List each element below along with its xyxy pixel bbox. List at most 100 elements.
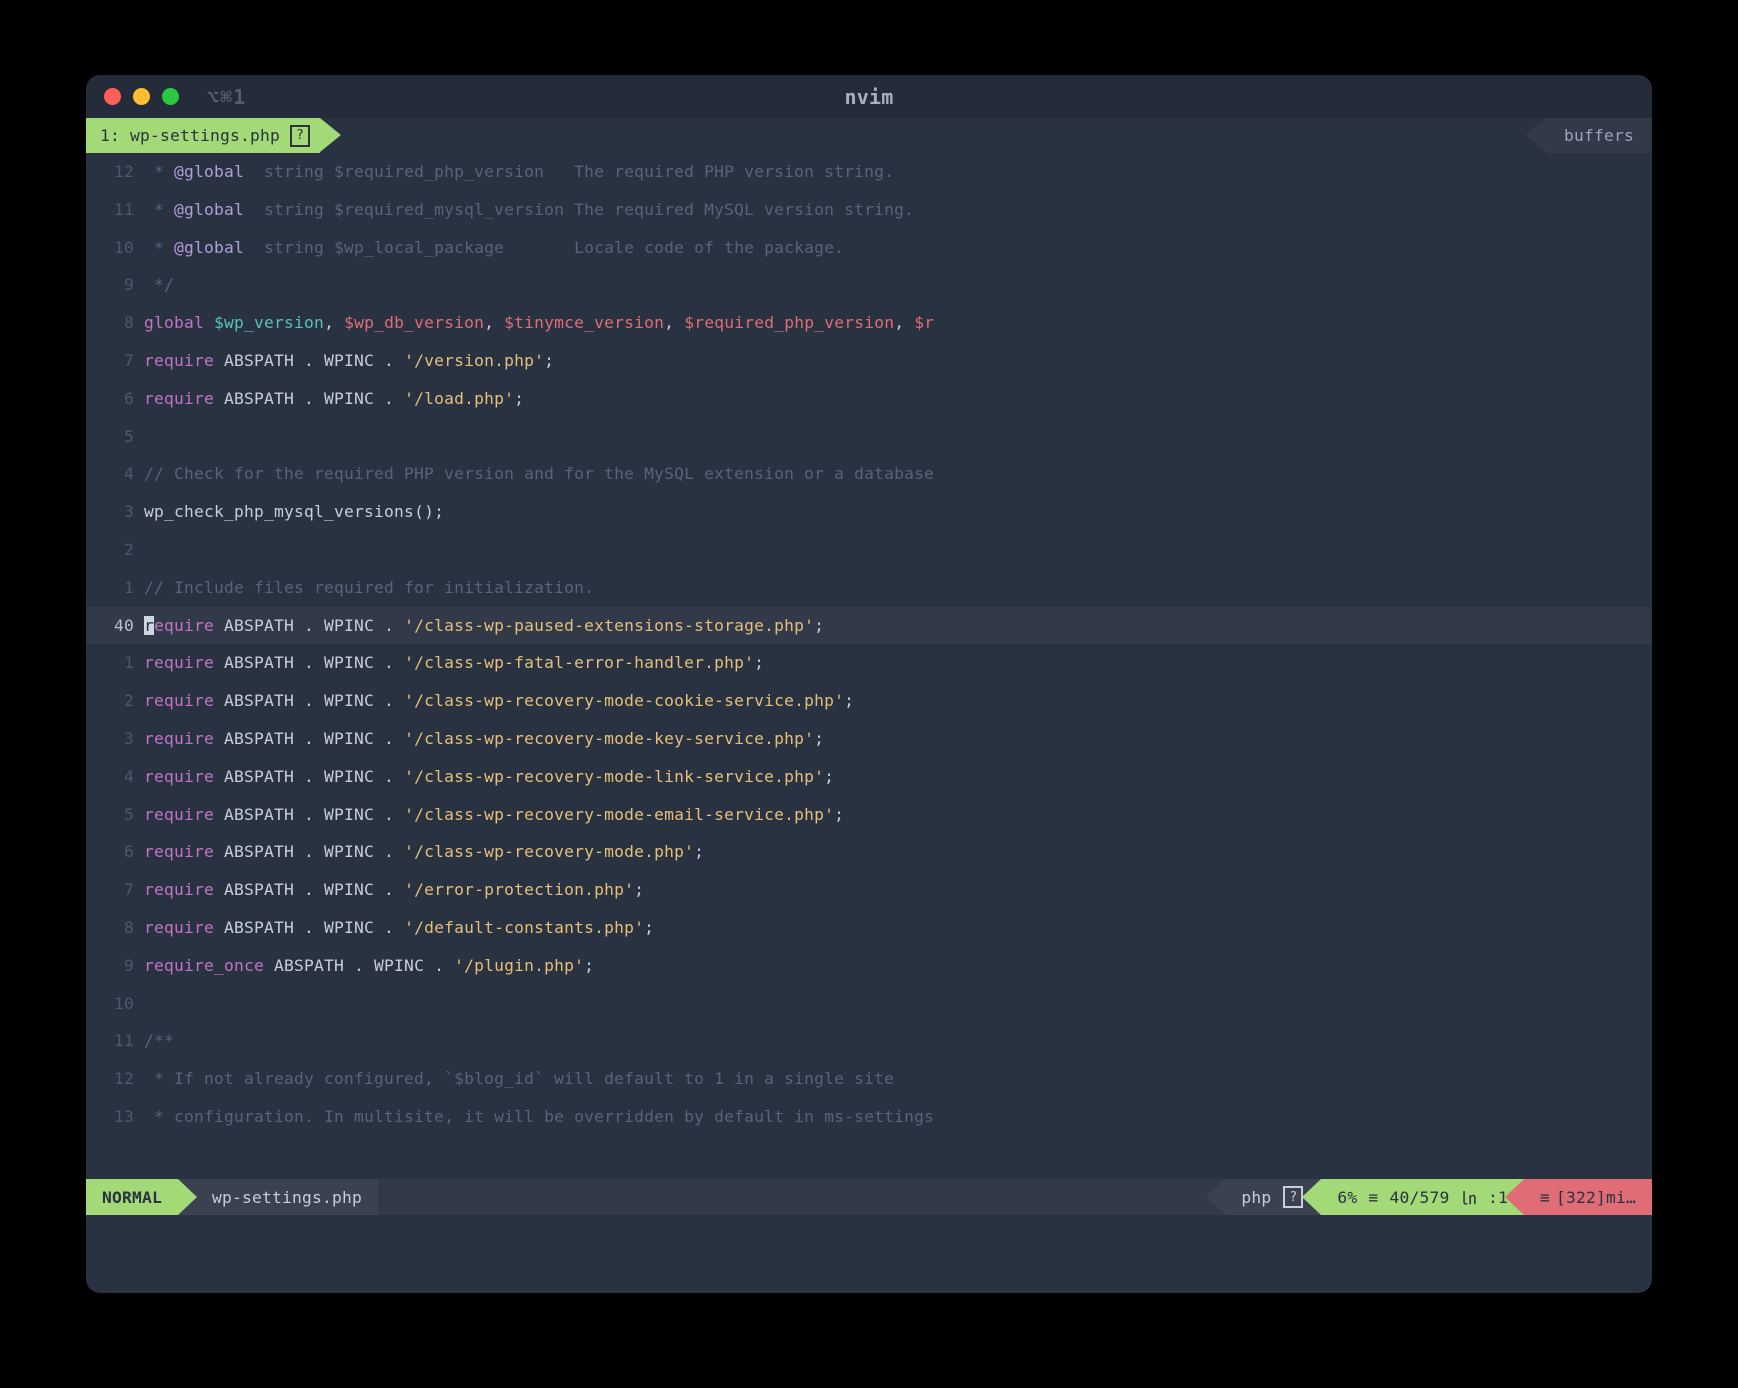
code-source[interactable]: // Check for the required PHP version an… <box>144 455 1652 493</box>
line-icon: ≡ <box>1368 1188 1378 1207</box>
code-line[interactable]: 3require ABSPATH . WPINC . '/class-wp-re… <box>86 720 1652 758</box>
code-source[interactable]: require ABSPATH . WPINC . '/class-wp-rec… <box>144 833 1652 871</box>
code-source[interactable]: * @global string $wp_local_package Local… <box>144 229 1652 267</box>
filetype-label: php <box>1241 1188 1271 1207</box>
line-number: 12 <box>86 153 144 191</box>
line-number: 2 <box>86 531 144 569</box>
code-line[interactable]: 11 * @global string $required_mysql_vers… <box>86 191 1652 229</box>
code-source[interactable] <box>144 531 1652 569</box>
line-number: 7 <box>86 871 144 909</box>
line-number: 1 <box>86 569 144 607</box>
git-label: [322]mi… <box>1556 1188 1636 1207</box>
code-source[interactable]: require ABSPATH . WPINC . '/class-wp-rec… <box>144 758 1652 796</box>
line-number: 1 <box>86 644 144 682</box>
code-line[interactable]: 6require ABSPATH . WPINC . '/class-wp-re… <box>86 833 1652 871</box>
code-area[interactable]: 12 * @global string $required_php_versio… <box>86 153 1652 1136</box>
code-source[interactable]: */ <box>144 266 1652 304</box>
col-icon: ㏑ <box>1460 1185 1476 1209</box>
line-number: 2 <box>86 682 144 720</box>
code-source[interactable]: /** <box>144 1022 1652 1060</box>
line-number: 12 <box>86 1060 144 1098</box>
code-line[interactable]: 10 * @global string $wp_local_package Lo… <box>86 229 1652 267</box>
line-number: 4 <box>86 758 144 796</box>
code-line[interactable]: 8global $wp_version, $wp_db_version, $ti… <box>86 304 1652 342</box>
branch-icon: ≡ <box>1540 1188 1550 1207</box>
line-number: 13 <box>86 1098 144 1136</box>
code-line[interactable]: 3wp_check_php_mysql_versions(); <box>86 493 1652 531</box>
code-source[interactable]: require ABSPATH . WPINC . '/default-cons… <box>144 909 1652 947</box>
code-source[interactable]: // Include files required for initializa… <box>144 569 1652 607</box>
help-icon: ? <box>290 125 310 147</box>
code-line[interactable]: 8require ABSPATH . WPINC . '/default-con… <box>86 909 1652 947</box>
code-source[interactable]: * @global string $required_mysql_version… <box>144 191 1652 229</box>
code-source[interactable]: require ABSPATH . WPINC . '/class-wp-pau… <box>144 607 1652 645</box>
code-source[interactable]: wp_check_php_mysql_versions(); <box>144 493 1652 531</box>
code-source[interactable]: require ABSPATH . WPINC . '/load.php'; <box>144 380 1652 418</box>
code-line[interactable]: 4// Check for the required PHP version a… <box>86 455 1652 493</box>
titlebar: ⌥⌘1 nvim <box>86 75 1652 118</box>
help-icon: ? <box>1283 1186 1303 1208</box>
code-source[interactable]: * If not already configured, `$blog_id` … <box>144 1060 1652 1098</box>
percent: 6% <box>1337 1188 1357 1207</box>
file-segment: wp-settings.php <box>178 1179 378 1215</box>
line-number: 9 <box>86 266 144 304</box>
code-line[interactable]: 12 * @global string $required_php_versio… <box>86 153 1652 191</box>
line-number: 8 <box>86 909 144 947</box>
code-source[interactable] <box>144 985 1652 1023</box>
buffers-label: buffers <box>1546 118 1652 153</box>
buffer-tab-label: 1: wp-settings.php <box>100 126 280 145</box>
code-line[interactable]: 4require ABSPATH . WPINC . '/class-wp-re… <box>86 758 1652 796</box>
code-source[interactable]: require ABSPATH . WPINC . '/error-protec… <box>144 871 1652 909</box>
line-number: 7 <box>86 342 144 380</box>
mode-segment: NORMAL <box>86 1179 178 1215</box>
line-number: 8 <box>86 304 144 342</box>
code-line[interactable]: 12 * If not already configured, `$blog_i… <box>86 1060 1652 1098</box>
git-segment: ≡ [322]mi… <box>1524 1179 1652 1215</box>
code-line[interactable]: 7require ABSPATH . WPINC . '/version.php… <box>86 342 1652 380</box>
code-line[interactable]: 2 <box>86 531 1652 569</box>
buffer-tab[interactable]: 1: wp-settings.php ? <box>86 118 320 153</box>
line-number: 10 <box>86 985 144 1023</box>
code-line-current[interactable]: 40require ABSPATH . WPINC . '/class-wp-p… <box>86 607 1652 645</box>
line-number: 5 <box>86 418 144 456</box>
status-line: NORMAL wp-settings.php php ? 6% ≡ 40/579… <box>86 1179 1652 1215</box>
line-number: 40 <box>86 607 144 645</box>
code-source[interactable]: require_once ABSPATH . WPINC . '/plugin.… <box>144 947 1652 985</box>
window-title: nvim <box>86 85 1652 109</box>
code-line[interactable]: 5 <box>86 418 1652 456</box>
line-number: 6 <box>86 833 144 871</box>
terminal-window: ⌥⌘1 nvim 1: wp-settings.php ? buffers 12… <box>86 75 1652 1293</box>
code-line[interactable]: 9 */ <box>86 266 1652 304</box>
code-line[interactable]: 11/** <box>86 1022 1652 1060</box>
code-source[interactable]: require ABSPATH . WPINC . '/version.php'… <box>144 342 1652 380</box>
code-line[interactable]: 5require ABSPATH . WPINC . '/class-wp-re… <box>86 796 1652 834</box>
code-line[interactable]: 13 * configuration. In multisite, it wil… <box>86 1098 1652 1136</box>
code-source[interactable]: require ABSPATH . WPINC . '/class-wp-rec… <box>144 720 1652 758</box>
code-line[interactable]: 6require ABSPATH . WPINC . '/load.php'; <box>86 380 1652 418</box>
line-number: 3 <box>86 493 144 531</box>
code-line[interactable]: 9require_once ABSPATH . WPINC . '/plugin… <box>86 947 1652 985</box>
code-source[interactable]: require ABSPATH . WPINC . '/class-wp-fat… <box>144 644 1652 682</box>
code-source[interactable]: * @global string $required_php_version T… <box>144 153 1652 191</box>
code-source[interactable]: require ABSPATH . WPINC . '/class-wp-rec… <box>144 682 1652 720</box>
code-line[interactable]: 10 <box>86 985 1652 1023</box>
code-line[interactable]: 1require ABSPATH . WPINC . '/class-wp-fa… <box>86 644 1652 682</box>
line-number: 3 <box>86 720 144 758</box>
line-number: 11 <box>86 191 144 229</box>
buffer-tab-row: 1: wp-settings.php ? buffers <box>86 118 1652 153</box>
code-source[interactable]: require ABSPATH . WPINC . '/class-wp-rec… <box>144 796 1652 834</box>
code-line[interactable]: 1// Include files required for initializ… <box>86 569 1652 607</box>
line-number: 10 <box>86 229 144 267</box>
code-source[interactable]: * configuration. In multisite, it will b… <box>144 1098 1652 1136</box>
code-source[interactable] <box>144 418 1652 456</box>
line-number: 11 <box>86 1022 144 1060</box>
line-number: 4 <box>86 455 144 493</box>
code-source[interactable]: global $wp_version, $wp_db_version, $tin… <box>144 304 1652 342</box>
code-line[interactable]: 7require ABSPATH . WPINC . '/error-prote… <box>86 871 1652 909</box>
position-segment: 6% ≡ 40/579 ㏑ :1 <box>1321 1179 1524 1215</box>
code-line[interactable]: 2require ABSPATH . WPINC . '/class-wp-re… <box>86 682 1652 720</box>
status-spacer <box>378 1179 1225 1215</box>
line-number: 5 <box>86 796 144 834</box>
line-col: 40/579 <box>1389 1188 1449 1207</box>
line-number: 6 <box>86 380 144 418</box>
